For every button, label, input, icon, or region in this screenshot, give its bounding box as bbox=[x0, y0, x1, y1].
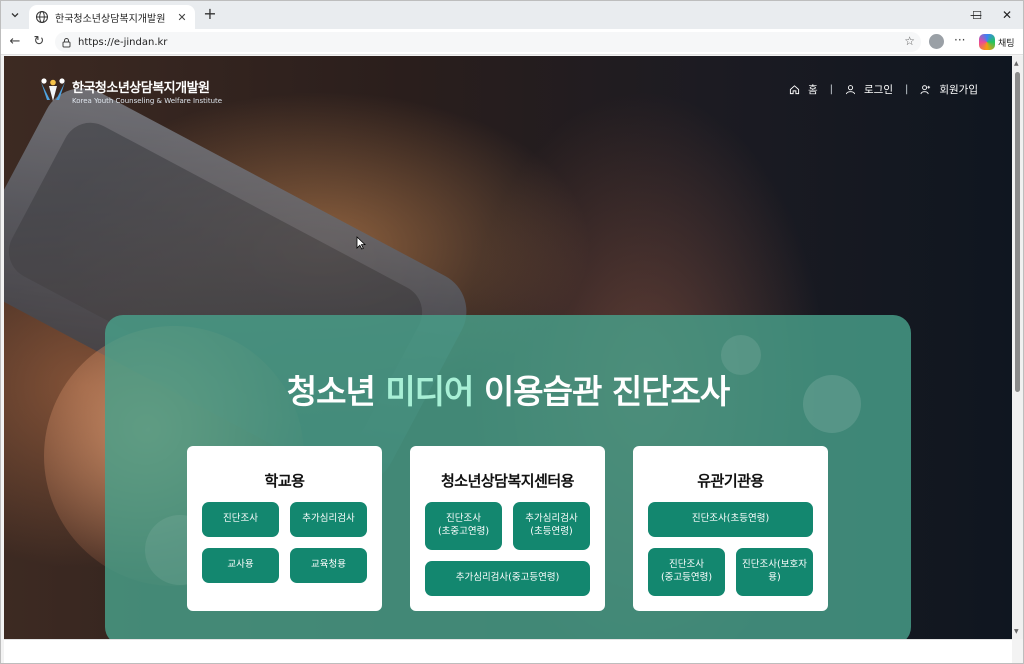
nav-signup-label: 회원가입 bbox=[939, 84, 978, 96]
globe-icon bbox=[36, 11, 48, 23]
education-office-button[interactable]: 교육청용 bbox=[290, 548, 367, 583]
teacher-button[interactable]: 교사용 bbox=[202, 548, 279, 583]
profile-avatar[interactable] bbox=[929, 34, 944, 49]
browser-window: 한국청소년상담복지개발원 ✕ + — ☐ ✕ ← ↻ https://e-jin… bbox=[0, 0, 1024, 664]
back-button[interactable]: ← bbox=[6, 33, 24, 51]
top-navigation: 홈 | 로그인 | 회원가입 bbox=[789, 82, 978, 97]
reload-button[interactable]: ↻ bbox=[30, 33, 48, 51]
vertical-scrollbar[interactable]: ▲ ▼ bbox=[1012, 56, 1023, 639]
home-icon bbox=[789, 85, 800, 95]
card-counseling-center: 청소년상담복지센터용 진단조사 (초중고연령) 추가심리검사 (초등연령) 추가… bbox=[410, 446, 605, 611]
address-bar-row: ← ↻ https://e-jindan.kr ☆ ··· 채팅 bbox=[1, 29, 1023, 55]
user-add-icon bbox=[920, 85, 931, 95]
nav-separator: | bbox=[829, 84, 833, 95]
site-logo[interactable]: 한국청소년상담복지개발원 Korea Youth Counseling & We… bbox=[38, 76, 222, 106]
logo-korean-name: 한국청소년상담복지개발원 bbox=[72, 81, 210, 96]
page-title: 청소년 미디어 이용습관 진단조사 bbox=[105, 365, 911, 413]
copilot-icon[interactable] bbox=[979, 34, 995, 50]
web-page: 한국청소년상담복지개발원 Korea Youth Counseling & We… bbox=[4, 56, 1012, 639]
new-tab-button[interactable]: + bbox=[201, 6, 219, 24]
card-school: 학교용 진단조사 추가심리검사 교사용 교육청용 bbox=[187, 446, 382, 611]
school-survey-button[interactable]: 진단조사 bbox=[202, 502, 279, 537]
card-title: 학교용 bbox=[264, 472, 305, 490]
scroll-up-icon[interactable]: ▲ bbox=[1014, 60, 1019, 67]
title-part-2: 이용습관 진단조사 bbox=[483, 372, 730, 411]
card-related-agency: 유관기관용 진단조사(초등연령) 진단조사 (중고등연령) 진단조사(보호자용) bbox=[633, 446, 828, 611]
center-extra-test-elementary-button[interactable]: 추가심리검사 (초등연령) bbox=[513, 502, 590, 550]
agency-survey-guardian-button[interactable]: 진단조사(보호자용) bbox=[736, 548, 813, 596]
more-menu-button[interactable]: ··· bbox=[954, 33, 965, 47]
logo-mark-icon bbox=[41, 78, 65, 101]
nav-separator: | bbox=[904, 84, 909, 95]
nav-home-label: 홈 bbox=[807, 84, 818, 96]
nav-home-link[interactable]: 홈 bbox=[789, 82, 818, 97]
chat-label[interactable]: 채팅 bbox=[998, 36, 1015, 49]
tab-close-icon[interactable]: ✕ bbox=[175, 11, 189, 24]
scroll-down-icon[interactable]: ▼ bbox=[1014, 628, 1019, 635]
school-extra-test-button[interactable]: 추가심리검사 bbox=[290, 502, 367, 537]
mouse-cursor-icon bbox=[356, 236, 366, 250]
favorite-star-icon[interactable]: ☆ bbox=[904, 34, 915, 48]
address-bar[interactable]: https://e-jindan.kr ☆ bbox=[55, 32, 921, 52]
diagnosis-panel: 청소년 미디어 이용습관 진단조사 학교용 진단조사 추가심리검사 교사용 교육… bbox=[105, 315, 911, 639]
maximize-icon: ☐ bbox=[972, 8, 982, 22]
agency-survey-secondary-button[interactable]: 진단조사 (중고등연령) bbox=[648, 548, 725, 596]
tab-actions-menu-button[interactable] bbox=[5, 5, 25, 25]
close-icon: ✕ bbox=[1001, 8, 1013, 22]
chevron-down-icon bbox=[11, 13, 19, 18]
center-survey-button[interactable]: 진단조사 (초중고연령) bbox=[425, 502, 502, 550]
logo-english-name: Korea Youth Counseling & Welfare Institu… bbox=[72, 97, 223, 105]
center-extra-test-secondary-button[interactable]: 추가심리검사(중고등연령) bbox=[425, 561, 590, 596]
nav-signup-link[interactable]: 회원가입 bbox=[920, 82, 978, 97]
card-title: 유관기관용 bbox=[697, 472, 764, 490]
nav-login-link[interactable]: 로그인 bbox=[845, 82, 893, 97]
scrollbar-thumb[interactable] bbox=[1015, 72, 1020, 392]
browser-tab[interactable]: 한국청소년상담복지개발원 ✕ bbox=[29, 5, 195, 29]
status-strip bbox=[4, 639, 1012, 663]
close-window-button[interactable]: ✕ bbox=[991, 1, 1023, 29]
agency-survey-elementary-button[interactable]: 진단조사(초등연령) bbox=[648, 502, 813, 537]
title-part-1: 청소년 bbox=[286, 372, 376, 411]
title-highlight: 미디어 bbox=[385, 372, 474, 411]
user-icon bbox=[845, 85, 856, 95]
tab-title: 한국청소년상담복지개발원 bbox=[55, 13, 166, 25]
url-text[interactable]: https://e-jindan.kr bbox=[78, 37, 167, 48]
tab-bar: 한국청소년상담복지개발원 ✕ + — bbox=[1, 1, 1023, 29]
nav-login-label: 로그인 bbox=[864, 84, 893, 96]
card-title: 청소년상담복지센터용 bbox=[440, 472, 575, 490]
minimize-button-2[interactable] bbox=[929, 1, 961, 29]
maximize-button[interactable]: ☐ bbox=[961, 1, 993, 29]
site-info-icon[interactable] bbox=[61, 37, 72, 48]
